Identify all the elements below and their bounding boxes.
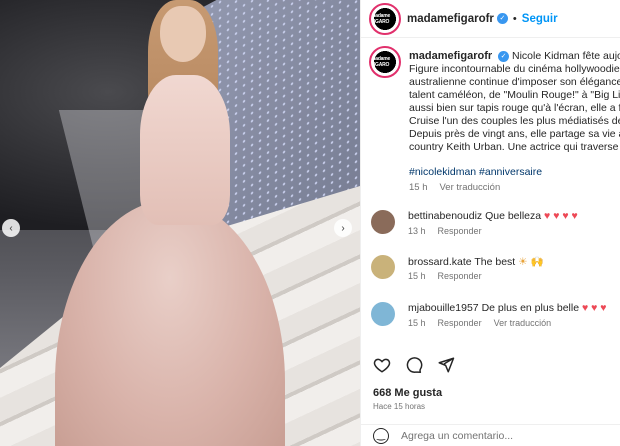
- emoji-picker-icon[interactable]: [373, 427, 389, 444]
- post-photo[interactable]: ‹ ›: [0, 0, 360, 446]
- post-actions: [373, 356, 455, 374]
- comment-time: 15 h: [408, 318, 426, 328]
- caption-line: Nicole Kidman fête aujourd'h: [511, 50, 620, 62]
- comment-username[interactable]: mjabouille1957: [408, 302, 479, 314]
- prev-photo-button[interactable]: ‹: [2, 219, 20, 237]
- face: [160, 6, 206, 62]
- comment-line: mjabouille1957 De plus en plus belle ♥ ♥…: [408, 302, 607, 314]
- caption-text: madamefigarofr ✓ Nicole Kidman fête aujo…: [409, 50, 620, 154]
- caption-avatar-logo-text: madame FIGARO: [371, 56, 391, 68]
- like-count[interactable]: 668 Me gusta: [373, 387, 442, 399]
- caption-line: australienne continue d'imposer son élég…: [409, 76, 620, 88]
- comment-avatar[interactable]: [371, 210, 395, 234]
- caption-line: aussi bien sur tapis rouge qu'à l'écran,…: [409, 102, 620, 114]
- comment-item: bettinabenoudiz Que belleza ♥ ♥ ♥ ♥ 13 h…: [371, 208, 620, 236]
- comment-translate-link[interactable]: Ver traducción: [494, 318, 552, 328]
- comment-reply-link[interactable]: Responder: [438, 226, 482, 236]
- caption-time: 15 h: [409, 182, 428, 193]
- comment-username[interactable]: brossard.kate: [408, 256, 472, 268]
- verified-badge-icon: ✓: [496, 13, 508, 24]
- comment-emoji: ♥ ♥ ♥: [581, 302, 607, 314]
- caption-meta: 15 h Ver traducción: [409, 182, 500, 193]
- caption-hashtags[interactable]: #nicolekidman #anniversaire: [409, 166, 542, 178]
- comment-reply-link[interactable]: Responder: [438, 271, 482, 281]
- post-detail-panel: madame FIGARO madamefigarofr ✓ • Seguir …: [360, 0, 620, 446]
- caption-avatar[interactable]: madame FIGARO: [369, 46, 401, 78]
- comment-input[interactable]: [401, 429, 601, 442]
- account-username[interactable]: madamefigarofr: [407, 13, 494, 25]
- comment-text: Que belleza: [485, 210, 542, 222]
- avatar-logo-text: madame FIGARO: [371, 12, 391, 25]
- post-header: madame FIGARO madamefigarofr ✓ • Seguir: [361, 0, 620, 38]
- caption-line: country Keith Urban. Une actrice qui tra…: [409, 141, 619, 153]
- comment-emoji: ♥ ♥ ♥ ♥: [544, 210, 578, 222]
- comment-meta: 15 h Responder Ver traducción: [408, 318, 551, 328]
- like-heart-icon[interactable]: [373, 356, 391, 374]
- caption-line: Figure incontournable du cinéma hollywoo…: [409, 63, 620, 75]
- comment-line: brossard.kate The best ☀ 🙌: [408, 255, 544, 268]
- caption-verified-icon: ✓: [498, 50, 510, 62]
- comment-text: The best: [474, 256, 516, 268]
- comment-username[interactable]: bettinabenoudiz: [408, 210, 482, 222]
- share-send-icon[interactable]: [437, 356, 455, 374]
- comment-reply-link[interactable]: Responder: [438, 318, 482, 328]
- comment-bubble-icon[interactable]: [405, 356, 423, 374]
- comment-item: mjabouille1957 De plus en plus belle ♥ ♥…: [371, 300, 620, 328]
- caption-line: Cruise l'un des couples les plus médiati…: [409, 115, 620, 127]
- caption-line: talent caméléon, de "Moulin Rouge!" à "B…: [409, 89, 620, 101]
- comment-avatar[interactable]: [371, 302, 395, 326]
- post-timestamp: Hace 15 horas: [373, 402, 426, 411]
- comment-avatar[interactable]: [371, 255, 395, 279]
- caption-username[interactable]: madamefigarofr: [409, 50, 492, 62]
- comment-text: De plus en plus belle: [481, 302, 580, 314]
- gown-bodice: [140, 75, 230, 225]
- comment-item: brossard.kate The best ☀ 🙌 15 h Responde…: [371, 253, 620, 281]
- caption-translate-link[interactable]: Ver traducción: [440, 182, 501, 193]
- add-comment-bar: [361, 424, 620, 446]
- comment-meta: 13 h Responder: [408, 226, 482, 236]
- separator-dot: •: [512, 12, 517, 25]
- next-photo-button[interactable]: ›: [334, 219, 352, 237]
- comment-time: 15 h: [408, 271, 426, 281]
- follow-button[interactable]: Seguir: [522, 13, 558, 25]
- comment-meta: 15 h Responder: [408, 271, 482, 281]
- comment-line: bettinabenoudiz Que belleza ♥ ♥ ♥ ♥: [408, 210, 578, 222]
- comment-emoji: ☀ 🙌: [518, 256, 544, 268]
- comment-time: 13 h: [408, 226, 426, 236]
- account-avatar[interactable]: madame FIGARO: [369, 2, 401, 35]
- caption-line: Depuis près de vingt ans, elle partage s…: [409, 128, 620, 140]
